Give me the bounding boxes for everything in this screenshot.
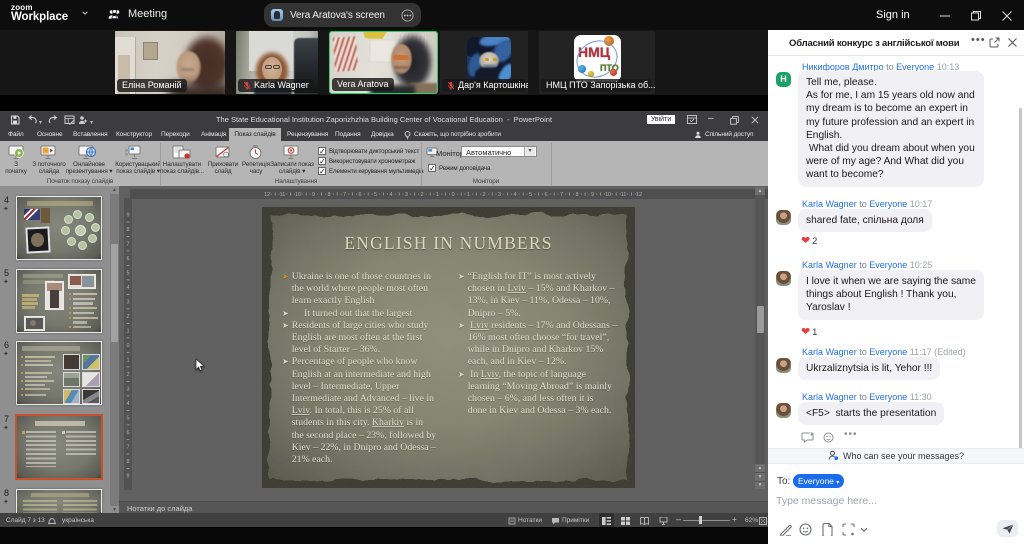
- svg-text:8: 8: [575, 192, 578, 198]
- svg-text:1: 1: [126, 358, 129, 364]
- svg-text:0: 0: [451, 192, 454, 198]
- svg-text:5: 5: [529, 192, 532, 198]
- svg-text:12: 12: [264, 192, 270, 198]
- svg-text:8: 8: [126, 459, 129, 465]
- svg-text:5: 5: [126, 271, 129, 277]
- svg-text:4: 4: [126, 285, 129, 291]
- svg-text:7: 7: [343, 192, 346, 198]
- svg-text:5: 5: [126, 416, 129, 422]
- svg-text:8: 8: [126, 227, 129, 233]
- svg-text:9: 9: [312, 192, 315, 198]
- svg-text:1: 1: [467, 192, 470, 198]
- svg-text:12: 12: [636, 192, 642, 198]
- svg-text:10: 10: [605, 192, 611, 198]
- svg-text:6: 6: [126, 256, 129, 262]
- svg-text:8: 8: [327, 192, 330, 198]
- svg-text:9: 9: [126, 213, 129, 219]
- svg-text:3: 3: [126, 300, 129, 306]
- svg-text:2: 2: [126, 372, 129, 378]
- svg-text:7: 7: [560, 192, 563, 198]
- svg-text:3: 3: [498, 192, 501, 198]
- svg-text:11: 11: [280, 192, 286, 198]
- svg-text:2: 2: [420, 192, 423, 198]
- svg-text:4: 4: [389, 192, 392, 198]
- svg-text:1: 1: [436, 192, 439, 198]
- svg-text:3: 3: [126, 387, 129, 393]
- svg-text:0: 0: [126, 343, 129, 349]
- svg-text:6: 6: [544, 192, 547, 198]
- svg-text:4: 4: [126, 401, 129, 407]
- svg-text:10: 10: [295, 192, 301, 198]
- svg-text:2: 2: [126, 314, 129, 320]
- svg-text:11: 11: [621, 192, 627, 198]
- svg-text:5: 5: [374, 192, 377, 198]
- svg-text:6: 6: [126, 430, 129, 436]
- svg-text:7: 7: [126, 242, 129, 248]
- svg-text:2: 2: [482, 192, 485, 198]
- svg-text:1: 1: [126, 329, 129, 335]
- svg-text:4: 4: [513, 192, 516, 198]
- svg-text:9: 9: [126, 474, 129, 480]
- svg-text:6: 6: [358, 192, 361, 198]
- svg-text:7: 7: [126, 445, 129, 451]
- svg-text:3: 3: [405, 192, 408, 198]
- svg-text:9: 9: [591, 192, 594, 198]
